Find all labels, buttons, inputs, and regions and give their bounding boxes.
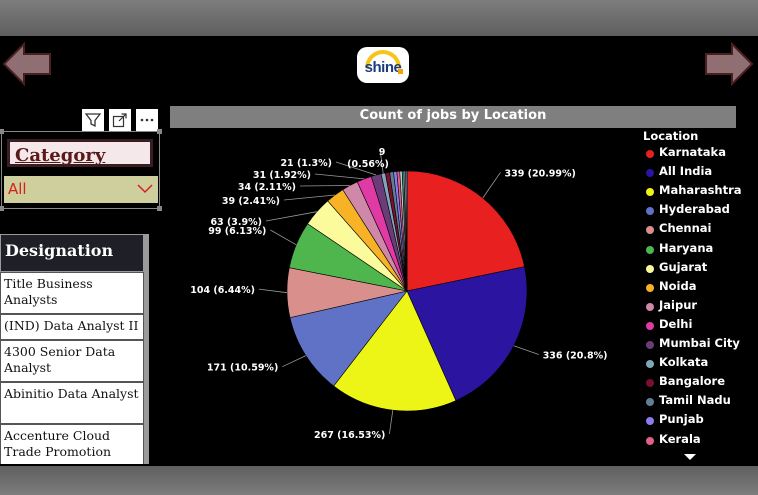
filter-icon[interactable] <box>82 109 104 131</box>
resize-handle[interactable] <box>0 129 4 134</box>
legend-marker <box>646 302 654 311</box>
legend-label: Karnataka <box>659 145 726 159</box>
legend-label: Maharashtra <box>659 183 742 198</box>
legend-marker <box>646 150 654 158</box>
chevron-down-icon <box>137 184 153 194</box>
legend-label: Punjab <box>659 412 704 427</box>
legend-marker <box>646 283 654 292</box>
legend-marker <box>646 398 654 407</box>
leader-line <box>282 355 307 368</box>
data-label: 39 (2.41%) <box>222 196 280 207</box>
dropdown-value: All <box>8 180 27 198</box>
legend-title: Location <box>643 129 699 143</box>
slicer-title: Category <box>15 145 106 166</box>
data-label: 339 (20.99%) <box>505 168 576 179</box>
legend-marker <box>646 188 654 197</box>
legend-marker <box>646 341 654 349</box>
table-header[interactable]: Designation <box>0 234 144 272</box>
legend-label: Noida <box>659 278 697 293</box>
legend-label: All India <box>659 164 713 179</box>
more-options-icon[interactable] <box>136 109 158 131</box>
table-row[interactable]: Title Business Analysts <box>0 272 144 314</box>
table-row[interactable]: Abinitio Data Analyst <box>0 382 144 424</box>
legend-marker <box>646 226 654 235</box>
data-label: 336 (20.8%) <box>543 351 608 362</box>
leader-line <box>314 173 365 180</box>
leader-line <box>283 194 336 201</box>
legend-label: Bangalore <box>659 374 726 389</box>
legend-marker <box>646 264 654 273</box>
resize-handle[interactable] <box>157 206 162 211</box>
shine-logo: shine <box>357 47 409 83</box>
bottom-banner <box>0 466 758 495</box>
legend-label: Haryana <box>659 240 714 255</box>
data-label: 34 (2.11%) <box>238 182 296 193</box>
data-label: 21 (1.3%) <box>280 158 332 169</box>
leader-line <box>258 288 288 294</box>
focus-mode-icon[interactable] <box>109 109 131 131</box>
column-header-designation: Designation <box>5 241 114 260</box>
category-slicer: Category All <box>0 129 162 211</box>
legend-label: Gujarat <box>659 259 708 274</box>
leader-line <box>299 185 350 187</box>
chart-title: Count of jobs by Location <box>359 108 547 123</box>
table-row[interactable]: Accenture Cloud Trade Promotion <box>0 424 144 464</box>
legend-label: Mumbai City <box>659 336 740 350</box>
slicer-header: Category <box>7 139 153 167</box>
left-arrow-icon[interactable] <box>2 42 52 86</box>
data-label: 9 (0.56%) <box>347 147 389 170</box>
pie-chart: 339 (20.99%) 336 (20.8%) 267 (16.53%) 171 (… <box>190 147 608 441</box>
data-label: 104 (6.44%) <box>190 285 255 296</box>
legend-marker <box>646 379 654 388</box>
resize-handle[interactable] <box>157 129 162 134</box>
legend-marker <box>646 207 654 216</box>
chart-legend: Location Karnataka All India Maharashtra Hy… <box>642 128 754 464</box>
scrollbar-thumb[interactable] <box>144 234 149 464</box>
legend-marker <box>646 436 654 445</box>
legend-label: Kolkata <box>659 355 709 370</box>
table-row[interactable]: 4300 Senior Data Analyst <box>0 340 144 382</box>
leader-line <box>270 229 297 246</box>
data-label: 31 (1.92%) <box>253 170 311 181</box>
leader-line <box>513 345 539 355</box>
leader-line <box>265 211 317 222</box>
legend-marker <box>646 245 654 254</box>
data-label: 267 (16.53%) <box>314 430 385 441</box>
legend-label: Jaipur <box>659 297 698 312</box>
leader-line <box>389 410 394 435</box>
legend-marker <box>646 360 654 369</box>
legend-marker <box>646 169 654 178</box>
leader-line <box>482 172 501 199</box>
legend-label: Chennai <box>659 221 712 236</box>
table-row[interactable]: (IND) Data Analyst II <box>0 314 144 340</box>
data-label: 63 (3.9%) <box>210 217 262 228</box>
data-label: 171 (10.59%) <box>207 363 278 374</box>
resize-handle[interactable] <box>0 206 4 211</box>
right-arrow-icon[interactable] <box>704 42 754 86</box>
visual-header-icons <box>82 109 158 131</box>
legend-scroll-down-icon[interactable] <box>683 452 697 462</box>
designation-table: Designation Title Business Analysts (IND… <box>0 234 149 464</box>
legend-label: Tamil Nadu <box>659 393 731 408</box>
legend-marker <box>646 417 654 426</box>
legend-marker <box>646 321 654 330</box>
legend-label: Kerala <box>659 431 701 446</box>
legend-label: Hyderabad <box>659 202 730 217</box>
legend-label: Delhi <box>659 316 693 331</box>
table-scrollbar[interactable] <box>144 234 149 464</box>
chart-title-bar: Count of jobs by Location <box>170 106 736 128</box>
category-dropdown[interactable]: All <box>4 176 158 203</box>
top-banner <box>0 0 758 36</box>
